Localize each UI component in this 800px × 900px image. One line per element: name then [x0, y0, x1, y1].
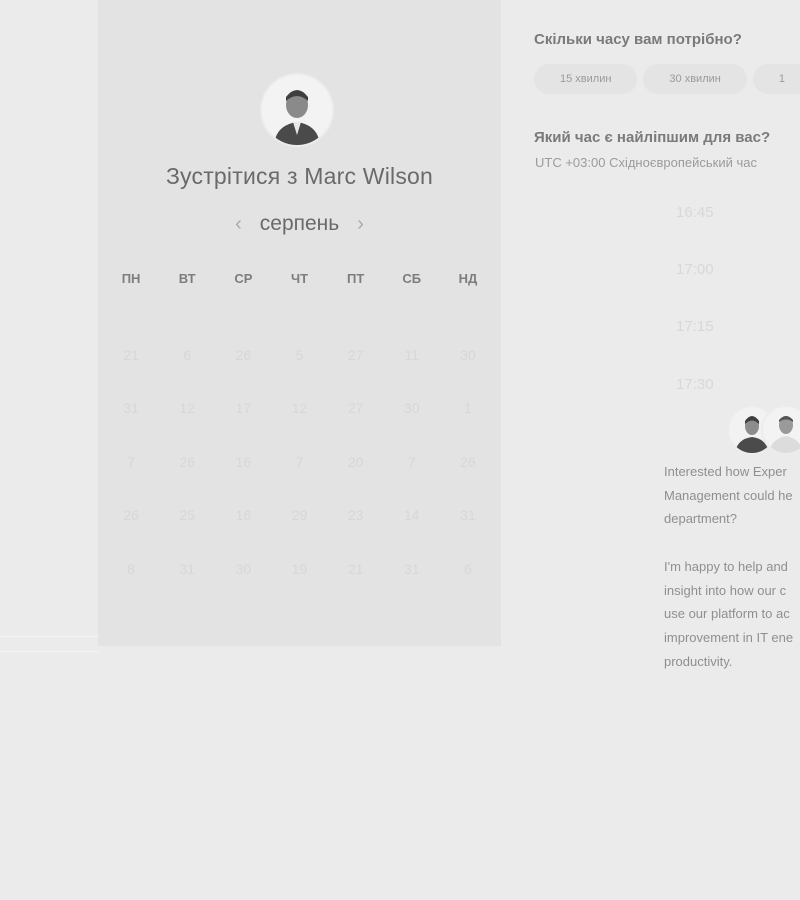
description-line: Management could he [664, 487, 793, 503]
calendar-day[interactable]: 21 [103, 347, 159, 363]
weekday-label: ВТ [178, 270, 196, 286]
time-slot[interactable]: 16:45 [534, 197, 800, 227]
time-slot[interactable]: 17:30 [534, 369, 800, 399]
calendar-weeks: 21 6 26 5 27 11 30 31 12 17 12 27 30 1 7… [98, 328, 501, 596]
calendar-day[interactable]: 30 [215, 561, 271, 577]
calendar-day[interactable]: 16 [215, 507, 271, 523]
timezone-label[interactable]: UTC +03:00 Східноєвропейський час [535, 155, 757, 170]
time-slot[interactable]: 17:00 [534, 254, 800, 284]
calendar-day[interactable]: 19 [271, 561, 327, 577]
calendar-day[interactable]: 31 [159, 561, 215, 577]
calendar-day[interactable]: 23 [328, 507, 384, 523]
calendar-week: 7 26 16 7 20 7 26 [98, 435, 501, 489]
calendar-day[interactable]: 12 [159, 400, 215, 416]
calendar-day[interactable]: 26 [103, 507, 159, 523]
calendar-panel: Зустрітися з Marc Wilson ‹ серпень › ПН … [98, 0, 501, 646]
calendar-day[interactable]: 30 [440, 347, 496, 363]
calendar-day[interactable]: 31 [440, 507, 496, 523]
calendar-day[interactable]: 29 [271, 507, 327, 523]
chevron-right-icon[interactable]: › [357, 214, 364, 234]
time-slot-label: 16:45 [676, 203, 714, 221]
description-line: Interested how Exper [664, 464, 787, 479]
calendar-day[interactable]: 27 [328, 347, 384, 363]
time-question: Який час є найліпшим для вас? [534, 129, 771, 146]
calendar-day[interactable]: 17 [215, 400, 271, 416]
calendar-week: 31 12 17 12 27 30 1 [98, 382, 501, 436]
calendar-day[interactable]: 31 [103, 400, 159, 416]
description-paragraph: I'm happy to help and insight into how o… [664, 555, 800, 674]
calendar-day[interactable]: 7 [103, 454, 159, 470]
calendar-day[interactable]: 31 [384, 561, 440, 577]
calendar-day[interactable]: 26 [159, 454, 215, 470]
host-avatar [262, 75, 332, 145]
calendar-day[interactable]: 26 [215, 347, 271, 363]
calendar-day[interactable]: 16 [215, 454, 271, 470]
weekday-header: ПН ВТ СР ЧТ ПТ СБ НД [98, 266, 501, 290]
description-line: department? [664, 511, 737, 527]
weekday-label: СР [234, 270, 253, 286]
duration-question: Скільки часу вам потрібно? [534, 31, 742, 48]
description-line: I'm happy to help and [664, 558, 788, 574]
calendar-week: 8 31 30 19 21 31 6 [98, 542, 501, 596]
calendar-day[interactable]: 8 [103, 561, 159, 577]
calendar-day[interactable]: 20 [328, 454, 384, 470]
description-paragraph: Interested how Exper Management could he… [664, 460, 800, 531]
duration-option-15[interactable]: 15 хвилин [534, 64, 638, 94]
duration-option-30[interactable]: 30 хвилин [643, 64, 747, 94]
calendar-day[interactable]: 7 [384, 454, 440, 470]
weekday-label: ЧТ [290, 270, 309, 286]
calendar-day[interactable]: 12 [271, 400, 327, 416]
time-slot-label: 17:30 [676, 375, 714, 393]
calendar-day[interactable]: 27 [328, 400, 384, 416]
month-label: серпень [259, 212, 340, 235]
weekday-label: НД [458, 270, 478, 286]
calendar-day[interactable]: 7 [271, 454, 327, 470]
weekday-label: ПТ [346, 270, 365, 286]
description-line: use our platform to ac [664, 606, 790, 622]
calendar-day[interactable]: 6 [159, 347, 215, 363]
scheduling-options: Скільки часу вам потрібно? 15 хвилин 30 … [534, 0, 800, 900]
weekday-label: ПН [121, 270, 141, 286]
chevron-left-icon[interactable]: ‹ [235, 214, 242, 234]
time-slot-label: 17:15 [676, 317, 714, 335]
calendar-day[interactable]: 5 [271, 347, 327, 363]
calendar-grid: ПН ВТ СР ЧТ ПТ СБ НД 21 6 26 5 27 11 30 … [98, 266, 501, 596]
calendar-day[interactable]: 21 [328, 561, 384, 577]
description-line: insight into how our c [664, 582, 787, 598]
duration-options: 15 хвилин 30 хвилин 1 [534, 64, 800, 94]
page-title: Зустрітися з Marc Wilson [165, 163, 434, 189]
calendar-day[interactable]: 6 [440, 561, 496, 577]
month-navigation: ‹ серпень › [98, 208, 501, 240]
calendar-day[interactable]: 11 [384, 347, 440, 363]
calendar-week: 21 6 26 5 27 11 30 [98, 328, 501, 382]
calendar-week: 26 25 16 29 23 14 31 [98, 489, 501, 543]
host-avatars [727, 405, 800, 455]
weekday-label: СБ [402, 270, 422, 286]
duration-option-60[interactable]: 1 [752, 64, 800, 94]
calendar-day[interactable]: 14 [384, 507, 440, 523]
description: Interested how Exper Management could he… [664, 460, 800, 673]
calendar-day[interactable]: 25 [159, 507, 215, 523]
calendar-day[interactable]: 30 [384, 400, 440, 416]
left-divider [0, 636, 98, 652]
calendar-day[interactable]: 1 [440, 400, 496, 416]
time-slot[interactable]: 17:15 [534, 311, 800, 341]
description-line: improvement in IT ene [664, 629, 794, 645]
time-slot-label: 17:00 [676, 260, 714, 278]
calendar-day[interactable]: 26 [440, 454, 496, 470]
description-line: productivity. [664, 653, 733, 669]
